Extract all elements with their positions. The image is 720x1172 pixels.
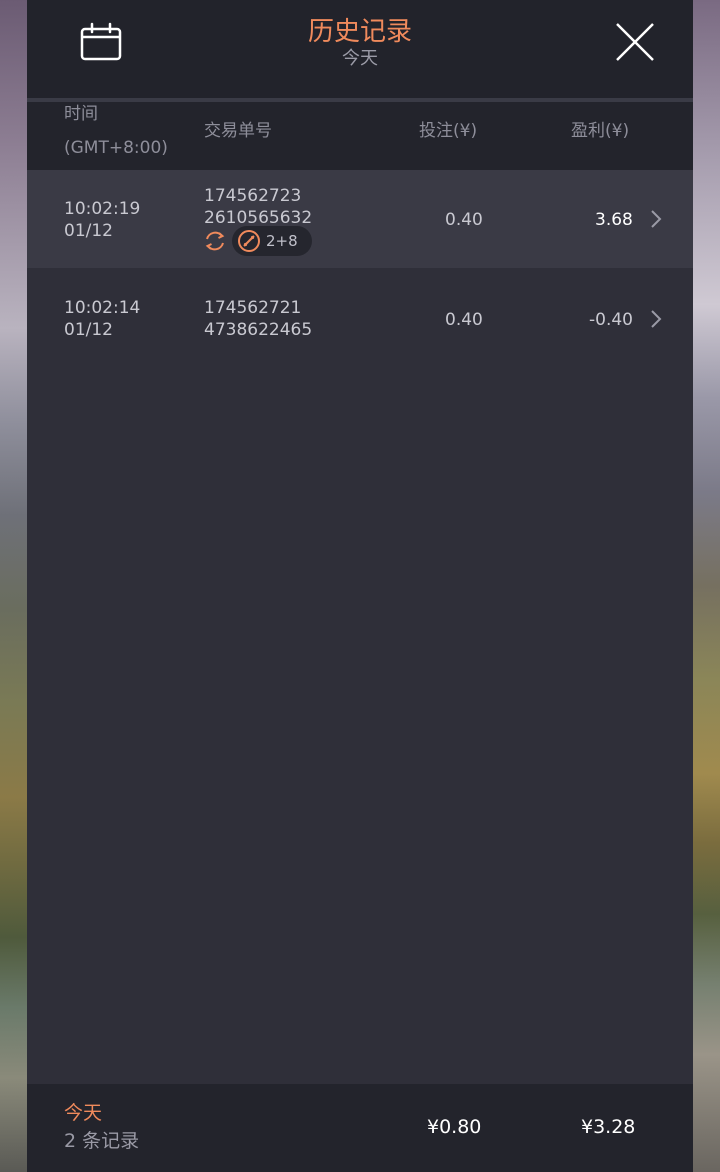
row-bet: 0.40 <box>445 310 483 330</box>
footer-total-bet: ¥0.80 <box>427 1116 482 1138</box>
column-bet: 投注(¥) <box>419 121 478 141</box>
row-order-id-line2: 4738622465 <box>204 320 313 340</box>
row-profit: 3.68 <box>595 210 633 230</box>
column-timezone: (GMT+8:00) <box>64 138 168 158</box>
close-button[interactable] <box>613 20 657 64</box>
history-panel: 历史记录 今天 时间 (GMT+8:00) 交易单号 投注(¥) 盈利(¥) 1… <box>27 0 693 1172</box>
background-right <box>693 0 720 1172</box>
refresh-icon <box>205 231 225 251</box>
row-date: 01/12 <box>64 320 113 340</box>
footer-total-profit: ¥3.28 <box>581 1116 636 1138</box>
column-profit: 盈利(¥) <box>571 121 630 141</box>
chevron-right-icon[interactable] <box>649 309 663 329</box>
chevron-right-icon[interactable] <box>649 209 663 229</box>
table-row[interactable]: 10:02:14 01/12 174562721 4738622465 0.40… <box>27 268 693 368</box>
row-order-id-line1: 174562721 <box>204 298 302 318</box>
table-row[interactable]: 10:02:19 01/12 174562723 2610565632 2+8 <box>27 170 693 268</box>
bonus-label: 2+8 <box>266 232 298 250</box>
row-time: 10:02:19 <box>64 199 141 219</box>
row-date: 01/12 <box>64 221 113 241</box>
row-order-id-line1: 174562723 <box>204 186 302 206</box>
column-time: 时间 <box>64 104 98 124</box>
ball-icon <box>238 230 260 252</box>
page-title: 历史记录 <box>307 17 412 47</box>
background-left <box>0 0 27 1172</box>
row-bet: 0.40 <box>445 210 483 230</box>
row-badges: 2+8 <box>202 226 312 256</box>
close-icon <box>616 23 654 61</box>
bonus-badge: 2+8 <box>232 226 312 256</box>
page-subtitle: 今天 <box>342 48 378 69</box>
footer-period: 今天 <box>64 1102 103 1124</box>
table-header: 时间 (GMT+8:00) 交易单号 投注(¥) 盈利(¥) <box>27 102 693 170</box>
column-order-id: 交易单号 <box>204 121 272 141</box>
row-profit: -0.40 <box>589 310 633 330</box>
footer-record-count: 2 条记录 <box>64 1130 140 1152</box>
header: 历史记录 今天 <box>27 0 693 98</box>
summary-footer: 今天 2 条记录 ¥0.80 ¥3.28 <box>27 1084 693 1172</box>
row-time: 10:02:14 <box>64 298 141 318</box>
